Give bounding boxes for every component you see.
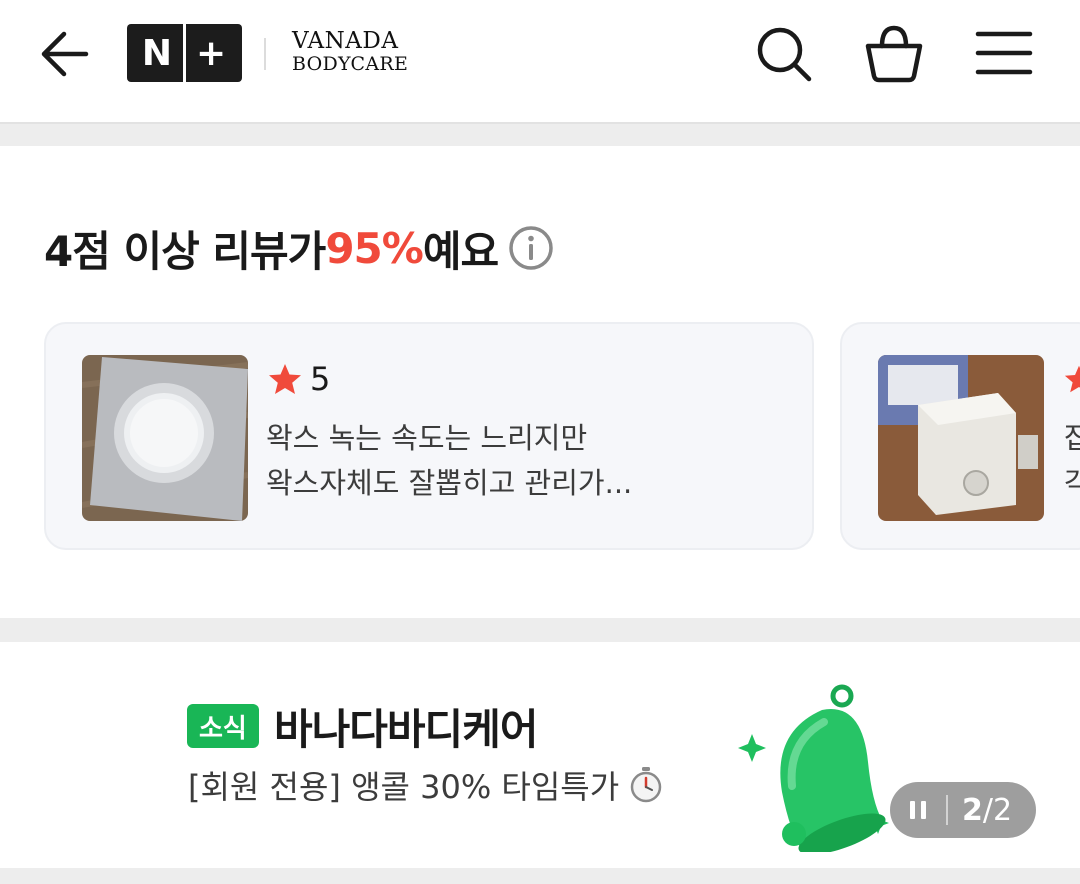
nplus-n: N [141,32,173,74]
hamburger-menu-icon[interactable] [972,22,1036,86]
info-icon[interactable] [508,225,554,271]
back-arrow-icon[interactable] [36,26,96,82]
review-text-line1: 왁스 녹는 속도는 느리지만 [266,421,588,455]
stopwatch-icon [630,767,662,803]
top-header: N + VANADA BODYCARE [0,0,1080,124]
nplus-plus: + [195,32,228,74]
pager-current: 2 [962,792,983,828]
review-photo [82,355,248,521]
promo-text: [회원 전용] 앵콜 30% 타임특가 [188,762,665,808]
bell-icon [738,684,889,852]
review-percent: 95% [325,223,424,273]
review-summary-section: 4점 이상 리뷰가 95% 예요 5 왁스 녹는 속도는 느리지만 왁스자체도 … [0,146,1080,618]
review-title-prefix: 4점 이상 리뷰가 [44,226,326,276]
brand-logo[interactable]: VANADA BODYCARE [292,30,412,80]
promo-label: [회원 전용] 앵콜 30% 타임특가 [188,768,620,806]
review-text-line1: 잡 [1064,416,1080,461]
review-text: 왁스 녹는 속도는 느리지만 왁스자체도 잘뽑히고 관리가... [266,416,726,506]
brand-line2: BODYCARE [292,53,409,75]
shopping-basket-icon[interactable] [862,22,926,86]
review-card[interactable]: 5 왁스 녹는 속도는 느리지만 왁스자체도 잘뽑히고 관리가... [44,322,814,550]
store-news-banner[interactable]: 소식 바나다바디케어 [회원 전용] 앵콜 30% 타임특가 2/2 [0,642,1080,868]
pager-total: 2 [992,792,1013,828]
pager-separator: / [982,792,993,828]
review-text: 잡 각 [1064,416,1080,506]
review-text-line2: 각 [1064,461,1080,506]
review-text-line2: 왁스자체도 잘뽑히고 관리가... [266,466,633,500]
review-card[interactable]: 잡 각 [840,322,1080,550]
star-icon [269,364,301,394]
brand-divider [264,38,266,70]
review-summary-title: 4점 이상 리뷰가 95% 예요 [44,218,554,278]
pager-count: 2/2 [962,793,1012,828]
shop-name: 바나다바디케어 [274,705,538,754]
review-title-suffix: 예요 [422,226,499,276]
pager-divider [946,795,948,825]
review-rating: 5 [268,360,330,398]
pause-icon[interactable] [890,782,946,838]
brand-line1: VANADA [292,28,399,54]
review-photo [878,355,1044,521]
star-icon [1064,365,1080,393]
carousel-pager: 2/2 [890,782,1036,838]
naver-plus-logo[interactable]: N + [127,24,242,82]
rating-value: 5 [310,360,331,398]
news-badge: 소식 [187,704,259,748]
search-icon[interactable] [752,22,816,86]
